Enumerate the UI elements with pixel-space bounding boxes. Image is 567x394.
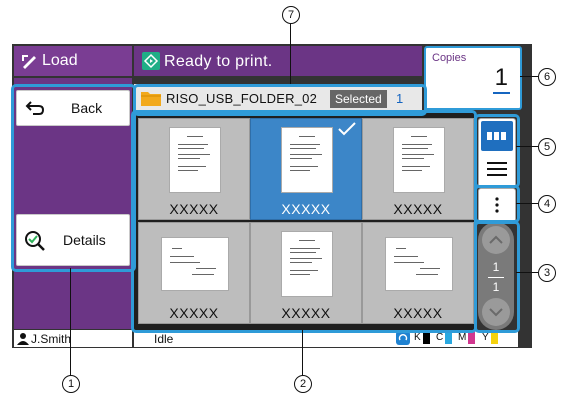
list-view-icon [487, 162, 507, 176]
document-preview [169, 127, 221, 193]
status-footer: Idle K C M Y [134, 330, 518, 347]
load-label: Load [42, 52, 78, 69]
ink-k-level [423, 332, 430, 344]
ink-m-level [468, 332, 475, 344]
thumbnail-name: XXXXX [393, 305, 443, 321]
machine-status: Idle [154, 332, 174, 346]
callout-1: 1 [62, 375, 80, 393]
user-icon [17, 332, 29, 345]
leader-line-2 [302, 330, 303, 376]
grid-view-button[interactable] [481, 121, 513, 151]
selected-badge: Selected [330, 90, 387, 108]
ink-label-m: M [458, 332, 467, 343]
back-button[interactable]: Back [16, 90, 130, 126]
thumbnail-name: XXXXX [169, 305, 219, 321]
left-panel: Back Details [14, 78, 132, 329]
page-current: 1 [492, 260, 500, 274]
details-label: Details [63, 232, 106, 248]
document-preview [161, 237, 229, 291]
list-view-button[interactable] [481, 153, 513, 185]
thumbnail-tile[interactable]: XXXXX [138, 118, 250, 220]
printer-ready-icon [142, 52, 160, 70]
callout-7: 7 [282, 6, 300, 24]
folder-name: RISO_USB_FOLDER_02 [166, 91, 317, 106]
load-icon [20, 52, 38, 70]
ink-refresh-icon [396, 331, 410, 345]
thumbnail-tile[interactable]: XXXXX [362, 222, 474, 324]
chevron-down-icon [489, 307, 503, 317]
ink-y-level [491, 332, 498, 344]
document-preview [281, 231, 333, 297]
more-menu-button[interactable] [478, 188, 516, 222]
grid-view-icon [487, 132, 507, 140]
ink-label-c: C [436, 332, 444, 343]
document-preview [281, 127, 333, 193]
callout-2: 2 [294, 375, 312, 393]
details-button[interactable]: Details [16, 214, 130, 266]
page-total: 1 [492, 280, 500, 294]
document-preview [393, 127, 445, 193]
callout-4: 4 [538, 195, 556, 213]
status-bar: Ready to print. [134, 46, 422, 76]
thumbnail-tile[interactable]: XXXXX [362, 118, 474, 220]
thumbnail-name: XXXXX [281, 201, 331, 217]
thumbnail-name: XXXXX [169, 201, 219, 217]
document-preview [385, 237, 453, 291]
back-arrow-icon [25, 99, 45, 117]
chevron-up-icon [489, 235, 503, 245]
copies-field[interactable]: Copies 1 [424, 46, 522, 110]
page-up-button[interactable] [482, 226, 510, 254]
leader-line-3 [516, 272, 538, 273]
page-down-button[interactable] [482, 298, 510, 326]
status-text: Ready to print. [164, 53, 273, 70]
ink-label-k: K [414, 332, 421, 343]
load-tab[interactable]: Load [14, 46, 132, 76]
details-magnifier-icon [23, 229, 47, 253]
leader-line-5 [516, 146, 538, 147]
user-footer: J.Smith [14, 330, 132, 347]
thumbnail-tile-selected[interactable]: XXXXX [250, 118, 362, 220]
leader-line-4 [516, 203, 538, 204]
leader-line-6 [520, 76, 538, 77]
leader-line-1 [70, 268, 71, 376]
page-divider [488, 277, 504, 278]
user-name: J.Smith [31, 332, 72, 346]
view-toggle [478, 118, 516, 188]
callout-5: 5 [538, 138, 556, 156]
back-label: Back [71, 100, 103, 116]
callout-6: 6 [538, 68, 556, 86]
page-scroller: 1 1 [478, 222, 514, 330]
thumbnail-name: XXXXX [393, 201, 443, 217]
folder-icon [140, 89, 162, 107]
copies-label: Copies [432, 52, 467, 64]
leader-line-7 [290, 24, 291, 84]
checkmark-icon [337, 121, 357, 137]
thumbnail-tile[interactable]: XXXXX [250, 222, 362, 324]
thumbnail-grid: XXXXX XXXXX XXXXX XXXXX XXXXX XXXXX [134, 112, 476, 330]
folder-path-bar: RISO_USB_FOLDER_02 Selected 1 [134, 84, 422, 112]
ink-label-y: Y [482, 332, 489, 343]
callout-3: 3 [538, 264, 556, 282]
ink-c-level [445, 332, 452, 344]
more-vertical-icon [495, 197, 499, 213]
thumbnail-name: XXXXX [281, 305, 331, 321]
selected-count: 1 [396, 91, 404, 106]
copies-value[interactable]: 1 [492, 64, 510, 94]
thumbnail-tile[interactable]: XXXXX [138, 222, 250, 324]
